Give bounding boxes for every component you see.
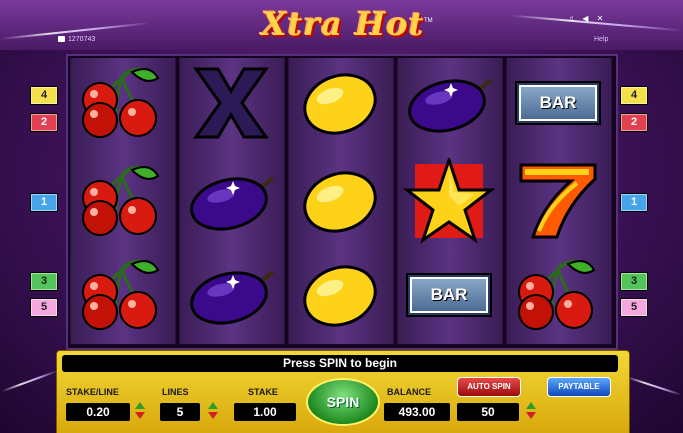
lemon-symbol (288, 250, 392, 340)
bar-symbol: BAR (506, 58, 610, 148)
arrow-up-icon[interactable] (135, 402, 145, 409)
stake-line-label: STAKE/LINE (66, 387, 119, 397)
cherries-symbol (70, 250, 174, 340)
session-id: 1270743 (58, 36, 95, 43)
cherries-symbol (70, 58, 174, 148)
balance-value: 493.00 (384, 403, 450, 421)
line-5-marker-right: 5 (620, 298, 648, 317)
line-1-marker-left: 1 (30, 193, 58, 212)
bar-symbol: BAR (397, 250, 501, 340)
cherries-symbol (506, 250, 610, 340)
seven-symbol (506, 156, 610, 246)
spin-button[interactable]: SPIN (306, 378, 380, 426)
line-1-marker-right: 1 (620, 193, 648, 212)
auto-spin-count: 50 (457, 403, 519, 421)
plum-symbol (179, 156, 283, 246)
camera-icon (58, 36, 65, 43)
line-3-marker-left: 3 (30, 272, 58, 291)
arrow-down-icon[interactable] (526, 412, 536, 419)
lightning-decoration (626, 376, 682, 396)
arrow-down-icon[interactable] (208, 412, 218, 419)
arrow-up-icon[interactable] (208, 402, 218, 409)
auto-spin-button[interactable]: AUTO SPIN (457, 377, 521, 397)
bar-label: BAR (430, 285, 468, 304)
line-5-marker-left: 5 (30, 298, 58, 317)
game-logo: Xtra Hot (261, 5, 425, 43)
stake-line-stepper[interactable] (134, 402, 146, 420)
line-3-marker-right: 3 (620, 272, 648, 291)
auto-spin-stepper[interactable] (525, 402, 537, 420)
bar-label: BAR (539, 93, 577, 112)
plum-symbol (179, 250, 283, 340)
stake-value: 1.00 (234, 403, 296, 421)
x-symbol (179, 58, 283, 148)
star-symbol (397, 156, 501, 246)
line-2-marker-right: 2 (620, 113, 648, 132)
arrow-down-icon[interactable] (135, 412, 145, 419)
lemon-symbol (288, 156, 392, 246)
lemon-symbol (288, 58, 392, 148)
help-link[interactable]: Help (594, 36, 608, 43)
line-4-marker-left: 4 (30, 86, 58, 105)
lightning-decoration (1, 369, 59, 393)
stake-label: STAKE (248, 387, 278, 397)
game-stage: Xtra Hot TM 1270743 ♫ ◀ ✕ Help BAR BAR 4 … (0, 0, 683, 433)
sound-settings-close-icons[interactable]: ♫ ◀ ✕ (568, 14, 606, 23)
lines-label: LINES (162, 387, 189, 397)
status-message: Press SPIN to begin (62, 355, 618, 372)
balance-label: BALANCE (387, 387, 431, 397)
cherries-symbol (70, 156, 174, 246)
line-4-marker-right: 4 (620, 86, 648, 105)
paytable-button[interactable]: PAYTABLE (547, 377, 611, 397)
trademark: TM (424, 18, 433, 24)
plum-symbol (397, 58, 501, 148)
lines-stepper[interactable] (207, 402, 219, 420)
line-2-marker-left: 2 (30, 113, 58, 132)
arrow-up-icon[interactable] (526, 402, 536, 409)
session-id-text: 1270743 (68, 36, 96, 43)
lines-value: 5 (160, 403, 200, 421)
stake-line-value: 0.20 (66, 403, 130, 421)
